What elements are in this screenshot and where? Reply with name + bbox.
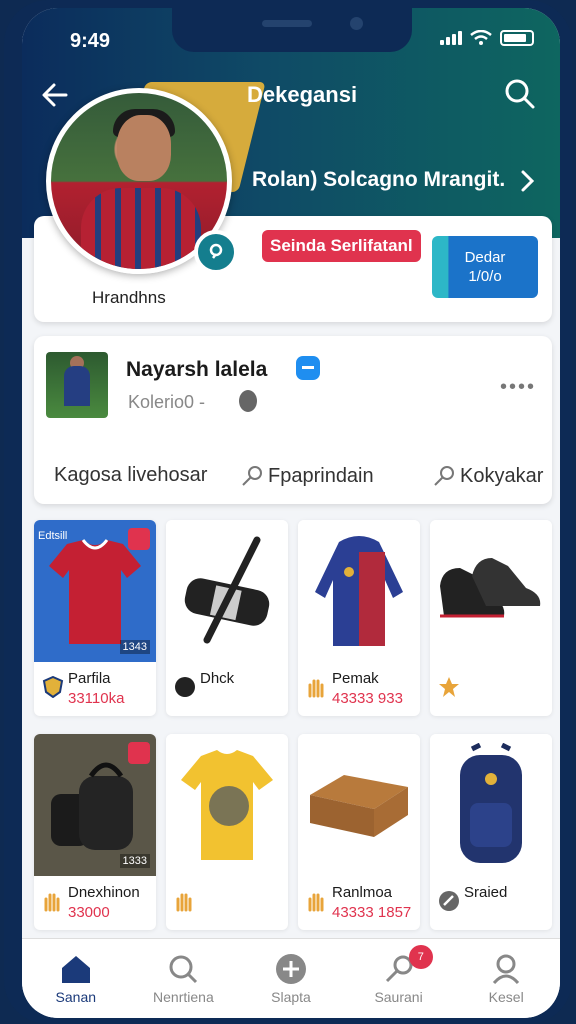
badge-icon (128, 528, 150, 550)
price-chip: 1333 (119, 854, 150, 868)
product-tile[interactable]: Edtsill 1343 Parfila 33110ka (34, 520, 156, 716)
hand-icon (176, 893, 192, 912)
tab-profile[interactable]: Kesel (452, 939, 560, 1018)
follow-button-line2: 1/0/o (468, 268, 502, 285)
profile-icon (493, 954, 520, 985)
status-icons (440, 30, 534, 46)
product-price: 43333 933 (332, 690, 403, 707)
shield-icon (42, 676, 64, 698)
profile-handle: Hrandhns (92, 288, 166, 307)
phone-frame: 9:49 Dekegansi Rolan) Solcagno Mrangit. … (4, 0, 572, 1024)
tab-label: Nenrtiena (153, 989, 214, 1005)
post-action-label: Fpaprindain (268, 464, 374, 487)
hand-icon (308, 893, 324, 912)
follow-button-line1: Dedar (464, 249, 506, 266)
post-action-3[interactable]: Kokyakar (432, 464, 543, 488)
product-name: Dnexhinon (68, 884, 140, 901)
tab-create[interactable]: Slapta (237, 939, 345, 1018)
plus-icon (275, 954, 306, 984)
pin-icon (242, 466, 262, 486)
tab-notifications[interactable]: 7 Saurani (345, 939, 453, 1018)
post-subtext: Kolerio0 - (128, 392, 206, 412)
red-pill-button[interactable]: Seinda Serlifatanl (262, 230, 421, 262)
tab-bar: Sanan Nenrtiena Slapta 7 Saurani Kesel (22, 938, 560, 1018)
product-tile[interactable]: Dhck (166, 520, 288, 716)
hand-icon (44, 893, 60, 912)
product-tile[interactable]: Pemak 43333 933 (298, 520, 420, 716)
post-author-name[interactable]: Nayarsh lalela (126, 358, 267, 382)
star-icon (439, 677, 459, 697)
ball-icon (175, 677, 195, 697)
verified-badge-icon (194, 230, 238, 274)
product-name: Pemak (332, 670, 379, 687)
product-tile[interactable]: Sraied (430, 734, 552, 930)
corner-label: Edtsill (38, 530, 68, 542)
product-name: Parfila (68, 670, 111, 687)
red-jersey-image: Edtsill 1343 (34, 520, 156, 662)
more-options-icon[interactable]: •••• (500, 376, 536, 399)
status-time: 9:49 (70, 30, 111, 52)
product-tile[interactable] (430, 520, 552, 716)
hand-icon (308, 679, 324, 698)
search-icon[interactable] (504, 78, 536, 110)
black-bag-image: 1333 (34, 734, 156, 876)
tab-label: Sanan (55, 989, 97, 1005)
search-icon (169, 955, 198, 984)
page-title: Dekegansi (247, 82, 358, 107)
post-card: Nayarsh lalela Kolerio0 - •••• Kagosa li… (34, 336, 552, 504)
tab-label: Slapta (271, 989, 311, 1005)
product-name: Dhck (200, 670, 235, 687)
pin-icon (434, 466, 454, 486)
post-action-1[interactable]: Kagosa livehosar (54, 464, 207, 487)
blue-jacket-image (298, 520, 420, 662)
product-price: 33000 (68, 904, 110, 921)
back-arrow-icon[interactable] (40, 80, 70, 110)
product-tile[interactable] (166, 734, 288, 930)
wicker-case-image (298, 734, 420, 876)
product-tile[interactable]: 1333 Dnexhinon 33000 (34, 734, 156, 930)
header-subtitle[interactable]: Rolan) Solcagno Mrangit. (252, 168, 505, 192)
post-action-label: Kagosa livehosar (54, 464, 208, 486)
notification-badge: 7 (408, 945, 433, 969)
black-roll-bag-image (166, 520, 288, 662)
rotate-icon (439, 891, 459, 911)
product-tile[interactable]: Ranlmoa 43333 1857 (298, 734, 420, 930)
post-action-2[interactable]: Fpaprindain (240, 464, 374, 488)
location-pin-icon (239, 390, 257, 412)
yellow-shirt-image (166, 734, 288, 876)
tab-search[interactable]: Nenrtiena (130, 939, 238, 1018)
post-action-label: Kokyakar (460, 464, 544, 487)
wifi-icon (470, 30, 492, 45)
black-shoes-image (430, 520, 552, 662)
battery-icon (500, 30, 534, 46)
price-chip: 1343 (119, 640, 150, 654)
tab-label: Kesel (488, 989, 524, 1005)
tab-label: Saurani (374, 989, 423, 1005)
follow-button[interactable]: Dedar 1/0/o (432, 236, 538, 298)
tab-home[interactable]: Sanan (22, 939, 130, 1018)
product-name: Sraied (464, 884, 508, 901)
product-name: Ranlmoa (332, 884, 393, 901)
chevron-right-icon[interactable] (516, 168, 538, 194)
product-price: 33110ka (68, 690, 125, 707)
navy-backpack-image (430, 734, 552, 876)
product-price: 43333 1857 (332, 904, 412, 921)
badge-icon (128, 742, 150, 764)
verified-icon (296, 356, 320, 380)
notch (172, 8, 412, 52)
post-thumbnail[interactable] (46, 352, 108, 418)
signal-icon (440, 31, 462, 45)
screen: 9:49 Dekegansi Rolan) Solcagno Mrangit. … (22, 8, 560, 1018)
home-icon (61, 956, 90, 983)
